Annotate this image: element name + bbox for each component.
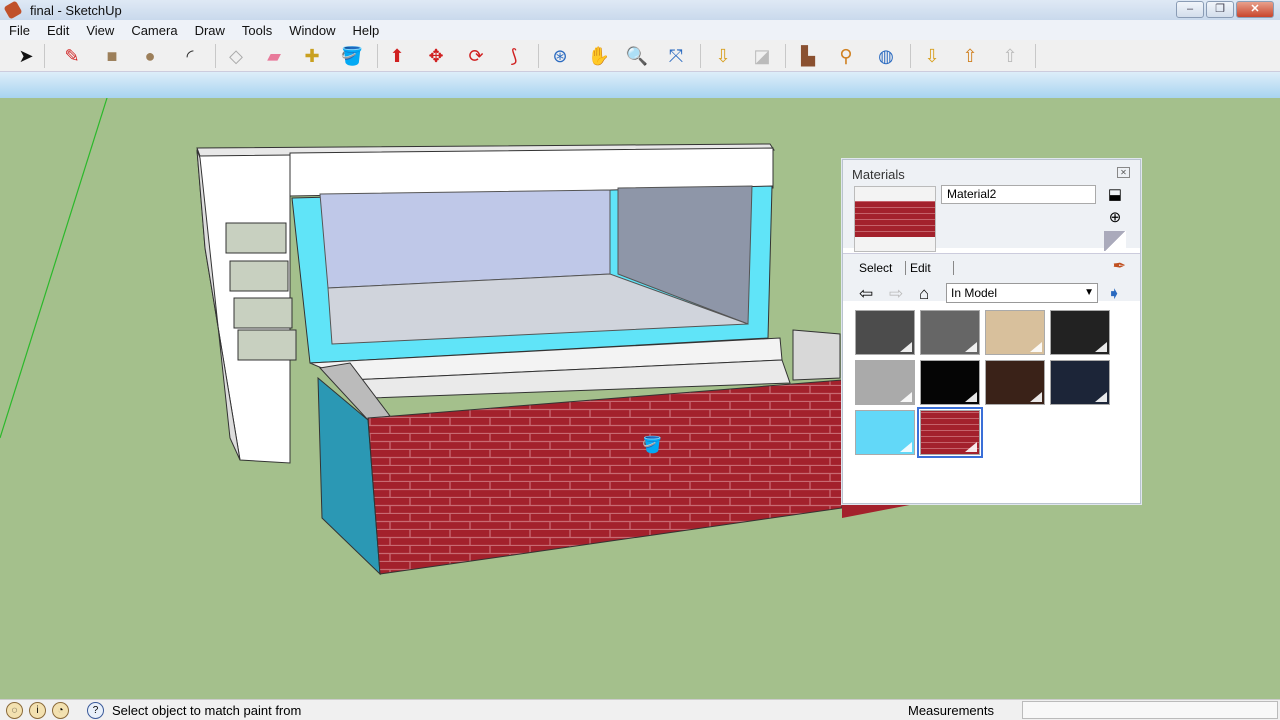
menu-view[interactable]: View xyxy=(86,23,114,38)
menu-window[interactable]: Window xyxy=(289,23,335,38)
material-swatch-dark-brown[interactable] xyxy=(985,360,1045,405)
window-title: final - SketchUp xyxy=(30,2,122,18)
toolbar-separator xyxy=(1035,44,1036,68)
sketchup-app-icon xyxy=(3,0,23,20)
building-model[interactable] xyxy=(196,143,920,576)
toolbar-separator xyxy=(910,44,911,68)
credits-icon[interactable]: i xyxy=(29,701,46,719)
create-material-icon[interactable]: ⊕ xyxy=(1104,208,1126,228)
forward-arrow-icon[interactable]: ⇨ xyxy=(889,284,903,304)
panel-close-button[interactable]: ✕ xyxy=(1117,167,1130,178)
material-swatch-brick[interactable] xyxy=(917,407,983,458)
material-swatch-light-gray[interactable] xyxy=(855,360,915,405)
add-location-tool-icon[interactable]: ⚲ xyxy=(833,44,859,68)
menu-camera[interactable]: Camera xyxy=(131,23,177,38)
menu-file[interactable]: File xyxy=(9,23,30,38)
materials-title: Materials xyxy=(852,167,905,182)
toolbar-separator xyxy=(377,44,378,68)
measurements-label: Measurements xyxy=(908,703,994,718)
toolbar-separator xyxy=(700,44,701,68)
help-icon[interactable]: ? xyxy=(87,701,104,719)
orbit-tool-icon[interactable]: ⊛ xyxy=(547,44,573,68)
get-current-view-tool-icon[interactable]: ⇩ xyxy=(710,44,736,68)
menu-draw[interactable]: Draw xyxy=(195,23,225,38)
toolbar-separator xyxy=(215,44,216,68)
restore-button[interactable]: ❐ xyxy=(1206,1,1234,18)
circle-tool-icon[interactable]: ● xyxy=(137,44,163,68)
pan-tool-icon[interactable]: ✋ xyxy=(586,44,612,68)
offset-tool-icon[interactable]: ⟆ xyxy=(501,44,527,68)
push-pull-tool-icon[interactable]: ⬆ xyxy=(384,44,410,68)
home-icon[interactable]: ⌂ xyxy=(919,284,929,304)
toolbar-separator xyxy=(785,44,786,68)
add-building-tool-icon[interactable]: ▙ xyxy=(795,44,821,68)
material-swatch-dark-gray[interactable] xyxy=(855,310,915,355)
material-swatch-gray[interactable] xyxy=(920,310,980,355)
zoom-extents-tool-icon[interactable]: ⤧ xyxy=(663,44,689,68)
share-model-tool-icon[interactable]: ⇧ xyxy=(957,44,983,68)
geo-location-icon[interactable]: ◌ xyxy=(6,701,23,719)
toolbar-separator xyxy=(44,44,45,68)
back-arrow-icon[interactable]: ⇦ xyxy=(859,284,873,304)
pencil-tool-icon[interactable]: ✎ xyxy=(59,44,85,68)
material-swatch-cyan[interactable] xyxy=(855,410,915,455)
viewport-sky xyxy=(0,72,1280,98)
menu-bar: File Edit View Camera Draw Tools Window … xyxy=(0,20,1280,40)
move-tool-icon[interactable]: ✥ xyxy=(423,44,449,68)
select-tool-icon[interactable]: ➤ xyxy=(13,44,39,68)
default-material-icon[interactable] xyxy=(1104,231,1126,251)
toolbar-separator xyxy=(538,44,539,68)
title-bar: final - SketchUp – ❐ ✕ xyxy=(0,0,1280,20)
material-swatch-tan[interactable] xyxy=(985,310,1045,355)
menu-tools[interactable]: Tools xyxy=(242,23,272,38)
share-component-tool-icon[interactable]: ⇧ xyxy=(997,44,1023,68)
chevron-down-icon: ▼ xyxy=(1084,287,1094,298)
user-icon[interactable]: ◔ xyxy=(52,701,69,719)
rectangle-tool-icon[interactable]: ■ xyxy=(99,44,125,68)
zoom-tool-icon[interactable]: 🔍 xyxy=(624,44,650,68)
material-swatch-black[interactable] xyxy=(920,360,980,405)
materials-tabs: Select Edit ✒ ⇦ ⇨ ⌂ In Model ▼ ➧ xyxy=(843,253,1140,304)
toolbar: ➤ ✎ ■ ● ◜ ◇ ▰ ✚ 🪣 ⬆ ✥ ⟳ ⟆ ⊛ ✋ 🔍 ⤧ ⇩ ◪ ▙ ⚲ ◍ ⇩ ⇧ ⇧ xyxy=(0,40,1280,72)
get-models-tool-icon[interactable]: ⇩ xyxy=(919,44,945,68)
green-axis xyxy=(0,98,108,439)
tab-select[interactable]: Select xyxy=(859,261,892,275)
preview-google-earth-tool-icon[interactable]: ◍ xyxy=(873,44,899,68)
minimize-button[interactable]: – xyxy=(1176,1,1204,18)
measurements-input[interactable] xyxy=(1022,701,1278,719)
eraser-tool-icon[interactable]: ▰ xyxy=(261,44,287,68)
display-secondary-selection-icon[interactable]: ⬓ xyxy=(1104,185,1126,205)
sample-paint-icon[interactable]: ✒ xyxy=(1113,256,1126,276)
library-selected: In Model xyxy=(951,286,998,300)
close-button[interactable]: ✕ xyxy=(1236,1,1274,18)
material-swatches xyxy=(855,310,1110,458)
details-arrow-icon[interactable]: ➧ xyxy=(1107,284,1121,304)
material-swatch-charcoal[interactable] xyxy=(1050,310,1110,355)
toggle-terrain-tool-icon[interactable]: ◪ xyxy=(749,44,775,68)
status-bar: ◌ i ◔ ? Select object to match paint fro… xyxy=(0,699,1280,720)
materials-panel: Materials ✕ Material2 ⬓ ⊕ Select Edit ✒ … xyxy=(842,159,1141,504)
tape-measure-tool-icon[interactable]: ✚ xyxy=(299,44,325,68)
material-name-field[interactable]: Material2 xyxy=(941,185,1096,204)
arc-tool-icon[interactable]: ◜ xyxy=(177,44,203,68)
menu-help[interactable]: Help xyxy=(353,23,380,38)
make-component-tool-icon[interactable]: ◇ xyxy=(223,44,249,68)
material-swatch-navy[interactable] xyxy=(1050,360,1110,405)
library-dropdown[interactable]: In Model ▼ xyxy=(946,283,1098,303)
menu-edit[interactable]: Edit xyxy=(47,23,69,38)
status-hint: Select object to match paint from xyxy=(112,702,302,718)
material-preview[interactable] xyxy=(854,186,936,252)
rotate-tool-icon[interactable]: ⟳ xyxy=(463,44,489,68)
paint-bucket-cursor: 🪣 xyxy=(642,435,662,454)
paint-bucket-tool-icon[interactable]: 🪣 xyxy=(339,44,365,68)
tab-edit[interactable]: Edit xyxy=(905,261,954,275)
